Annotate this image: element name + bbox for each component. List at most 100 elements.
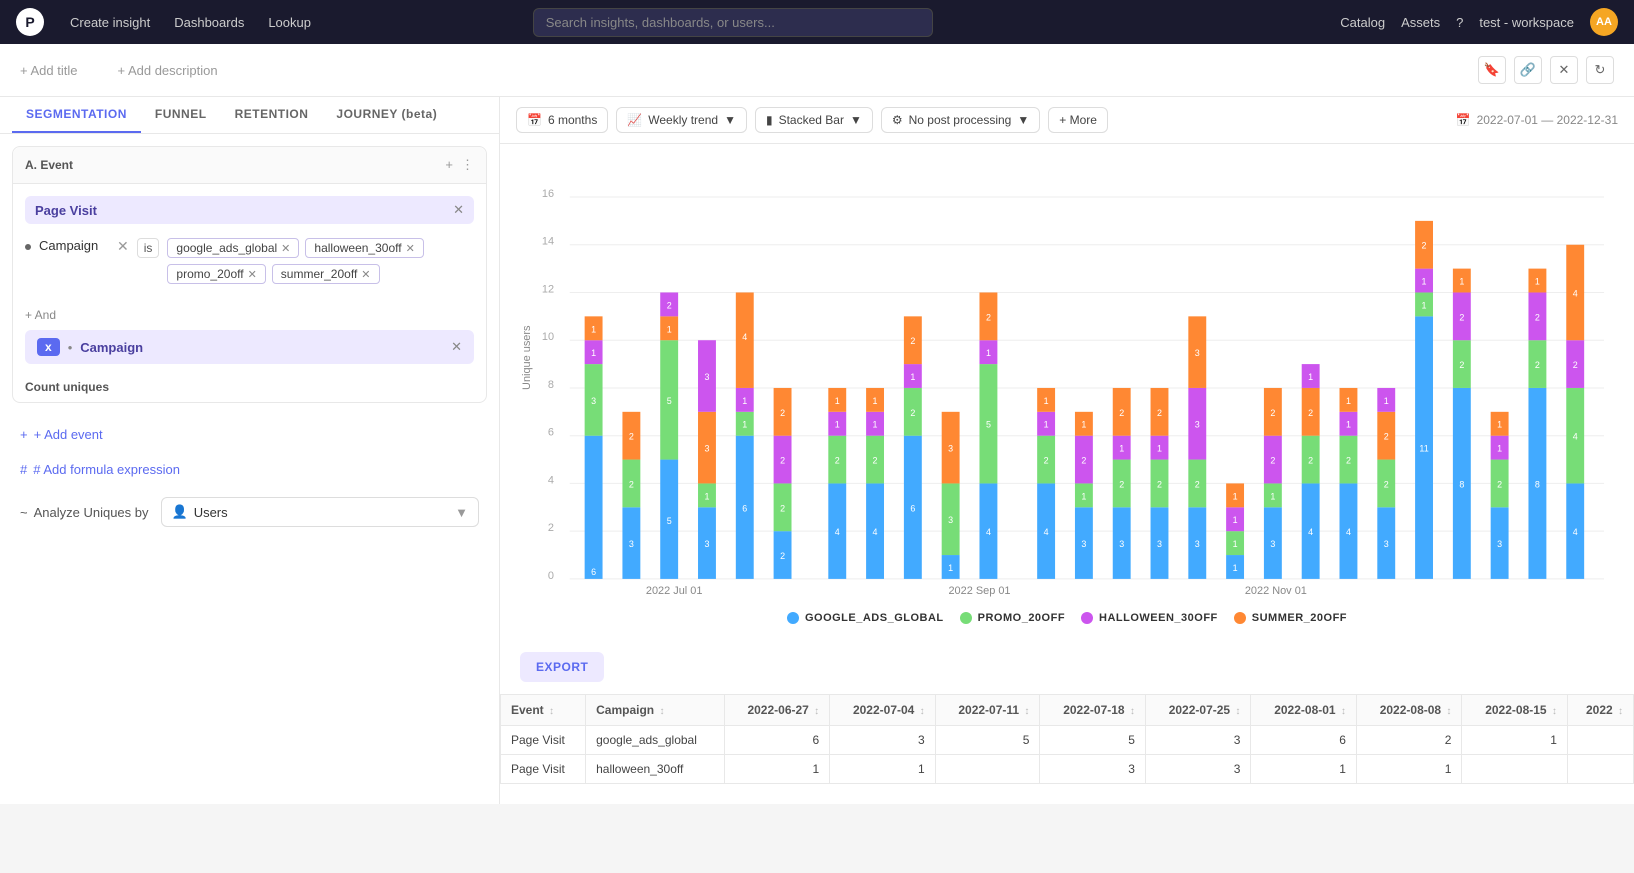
logo: P [16, 8, 44, 36]
avatar[interactable]: AA [1590, 8, 1618, 36]
event-body: Page Visit ✕ Campaign ✕ is google_ads_gl… [13, 184, 486, 300]
filter-tag-halloween-close[interactable]: ✕ [406, 242, 415, 255]
add-title[interactable]: + Add title [20, 63, 77, 78]
col-2022-07-18[interactable]: 2022-07-18 ↕ [1040, 695, 1146, 726]
svg-text:1: 1 [910, 372, 915, 382]
chevron-down-icon: ▼ [724, 113, 736, 127]
link-icon[interactable]: 🔗 [1514, 56, 1542, 84]
refresh-icon[interactable]: ↻ [1586, 56, 1614, 84]
chart-legend: GOOGLE_ADS_GLOBAL PROMO_20OFF HALLOWEEN_… [520, 600, 1614, 636]
svg-text:8: 8 [548, 379, 554, 391]
svg-text:1: 1 [1497, 444, 1502, 454]
add-event[interactable]: + + Add event [0, 415, 499, 454]
bookmark-icon[interactable]: 🔖 [1478, 56, 1506, 84]
svg-text:1: 1 [1459, 277, 1464, 287]
page-visit-close[interactable]: ✕ [453, 202, 464, 218]
svg-text:2: 2 [1270, 456, 1275, 466]
data-table: Event ↕ Campaign ↕ 2022-06-27 ↕ 2022-07-… [500, 694, 1634, 784]
col-2022-06-27[interactable]: 2022-06-27 ↕ [724, 695, 830, 726]
close-icon[interactable]: ✕ [1550, 56, 1578, 84]
export-button[interactable]: EXPORT [520, 652, 604, 682]
svg-text:3: 3 [1119, 539, 1124, 549]
svg-text:1: 1 [1270, 491, 1275, 501]
analyze-select[interactable]: 👤 Users ▼ [161, 497, 480, 527]
event-more-icon[interactable]: ⋮ [461, 157, 474, 173]
processing-icon: ⚙ [892, 113, 903, 127]
chart-type-button[interactable]: ▮ Stacked Bar ▼ [755, 107, 873, 133]
cell-val: 3 [1040, 755, 1146, 784]
and-row[interactable]: + And [13, 300, 486, 330]
top-navigation: P Create insight Dashboards Lookup Catal… [0, 0, 1634, 44]
tab-segmentation[interactable]: SEGMENTATION [12, 97, 141, 133]
nav-workspace[interactable]: test - workspace [1479, 15, 1574, 30]
svg-text:2: 2 [1535, 360, 1540, 370]
nav-dashboards[interactable]: Dashboards [164, 9, 254, 36]
svg-text:1: 1 [835, 396, 840, 406]
breakdown-close[interactable]: ✕ [451, 339, 462, 355]
svg-text:2: 2 [1573, 360, 1578, 370]
svg-text:1: 1 [1119, 444, 1124, 454]
svg-text:2: 2 [780, 551, 785, 561]
legend-google: GOOGLE_ADS_GLOBAL [787, 612, 944, 624]
filter-tag-summer-close[interactable]: ✕ [361, 268, 370, 281]
col-2022-more[interactable]: 2022 ↕ [1567, 695, 1633, 726]
cell-val: 5 [935, 726, 1040, 755]
col-2022-08-08[interactable]: 2022-08-08 ↕ [1356, 695, 1462, 726]
nav-help[interactable]: ? [1456, 15, 1463, 30]
svg-text:2: 2 [1195, 479, 1200, 489]
add-description[interactable]: + Add description [117, 63, 217, 78]
chart-toolbar: 📅 6 months 📈 Weekly trend ▼ ▮ Stacked Ba… [500, 97, 1634, 144]
col-2022-08-15[interactable]: 2022-08-15 ↕ [1462, 695, 1568, 726]
left-panel: SEGMENTATION FUNNEL RETENTION JOURNEY (b… [0, 97, 500, 804]
page-header: + Add title + Add description 🔖 🔗 ✕ ↻ [0, 44, 1634, 97]
topnav-right: Catalog Assets ? test - workspace AA [1340, 8, 1618, 36]
filter-op[interactable]: is [137, 238, 160, 258]
col-2022-07-04[interactable]: 2022-07-04 ↕ [830, 695, 936, 726]
svg-text:3: 3 [1157, 539, 1162, 549]
svg-text:3: 3 [1497, 539, 1502, 549]
col-event[interactable]: Event ↕ [501, 695, 586, 726]
svg-text:2: 2 [1270, 408, 1275, 418]
filter-tag-promo-close[interactable]: ✕ [248, 268, 257, 281]
filter-tag-google-close[interactable]: ✕ [281, 242, 290, 255]
date-range-button[interactable]: 📅 6 months [516, 107, 608, 133]
nav-catalog[interactable]: Catalog [1340, 15, 1385, 30]
search-input[interactable] [533, 8, 933, 37]
filter-tag-google: google_ads_global ✕ [167, 238, 299, 258]
svg-text:4: 4 [835, 527, 840, 537]
col-2022-08-01[interactable]: 2022-08-01 ↕ [1251, 695, 1357, 726]
col-2022-07-25[interactable]: 2022-07-25 ↕ [1145, 695, 1251, 726]
svg-text:1: 1 [948, 563, 953, 573]
nav-create-insight[interactable]: Create insight [60, 9, 160, 36]
svg-text:2: 2 [1459, 312, 1464, 322]
tab-funnel[interactable]: FUNNEL [141, 97, 221, 133]
breakdown-x-tag: x [37, 338, 60, 356]
event-add-icon[interactable]: + [445, 157, 453, 173]
cell-val: 3 [830, 726, 936, 755]
nav-assets[interactable]: Assets [1401, 15, 1440, 30]
svg-text:1: 1 [835, 420, 840, 430]
legend-dot-google [787, 612, 799, 624]
svg-text:5: 5 [667, 396, 672, 406]
legend-label-promo: PROMO_20OFF [978, 612, 1065, 624]
filter-property-remove[interactable]: ✕ [117, 238, 129, 255]
breakdown-row: x • Campaign ✕ [25, 330, 474, 364]
tab-journey[interactable]: JOURNEY (beta) [322, 97, 451, 133]
col-campaign[interactable]: Campaign ↕ [586, 695, 725, 726]
svg-text:2: 2 [667, 300, 672, 310]
tab-retention[interactable]: RETENTION [221, 97, 323, 133]
export-area: EXPORT [500, 652, 1634, 694]
svg-text:16: 16 [542, 188, 554, 200]
svg-text:4: 4 [873, 527, 878, 537]
svg-text:1: 1 [873, 396, 878, 406]
legend-summer: SUMMER_20OFF [1234, 612, 1347, 624]
cell-val: 3 [1145, 755, 1251, 784]
col-2022-07-11[interactable]: 2022-07-11 ↕ [935, 695, 1040, 726]
add-formula[interactable]: # # Add formula expression [0, 454, 499, 485]
trend-button[interactable]: 📈 Weekly trend ▼ [616, 107, 747, 133]
post-processing-button[interactable]: ⚙ No post processing ▼ [881, 107, 1040, 133]
svg-text:2: 2 [1044, 456, 1049, 466]
nav-lookup[interactable]: Lookup [258, 9, 321, 36]
more-button[interactable]: + More [1048, 107, 1108, 133]
svg-text:4: 4 [986, 527, 991, 537]
